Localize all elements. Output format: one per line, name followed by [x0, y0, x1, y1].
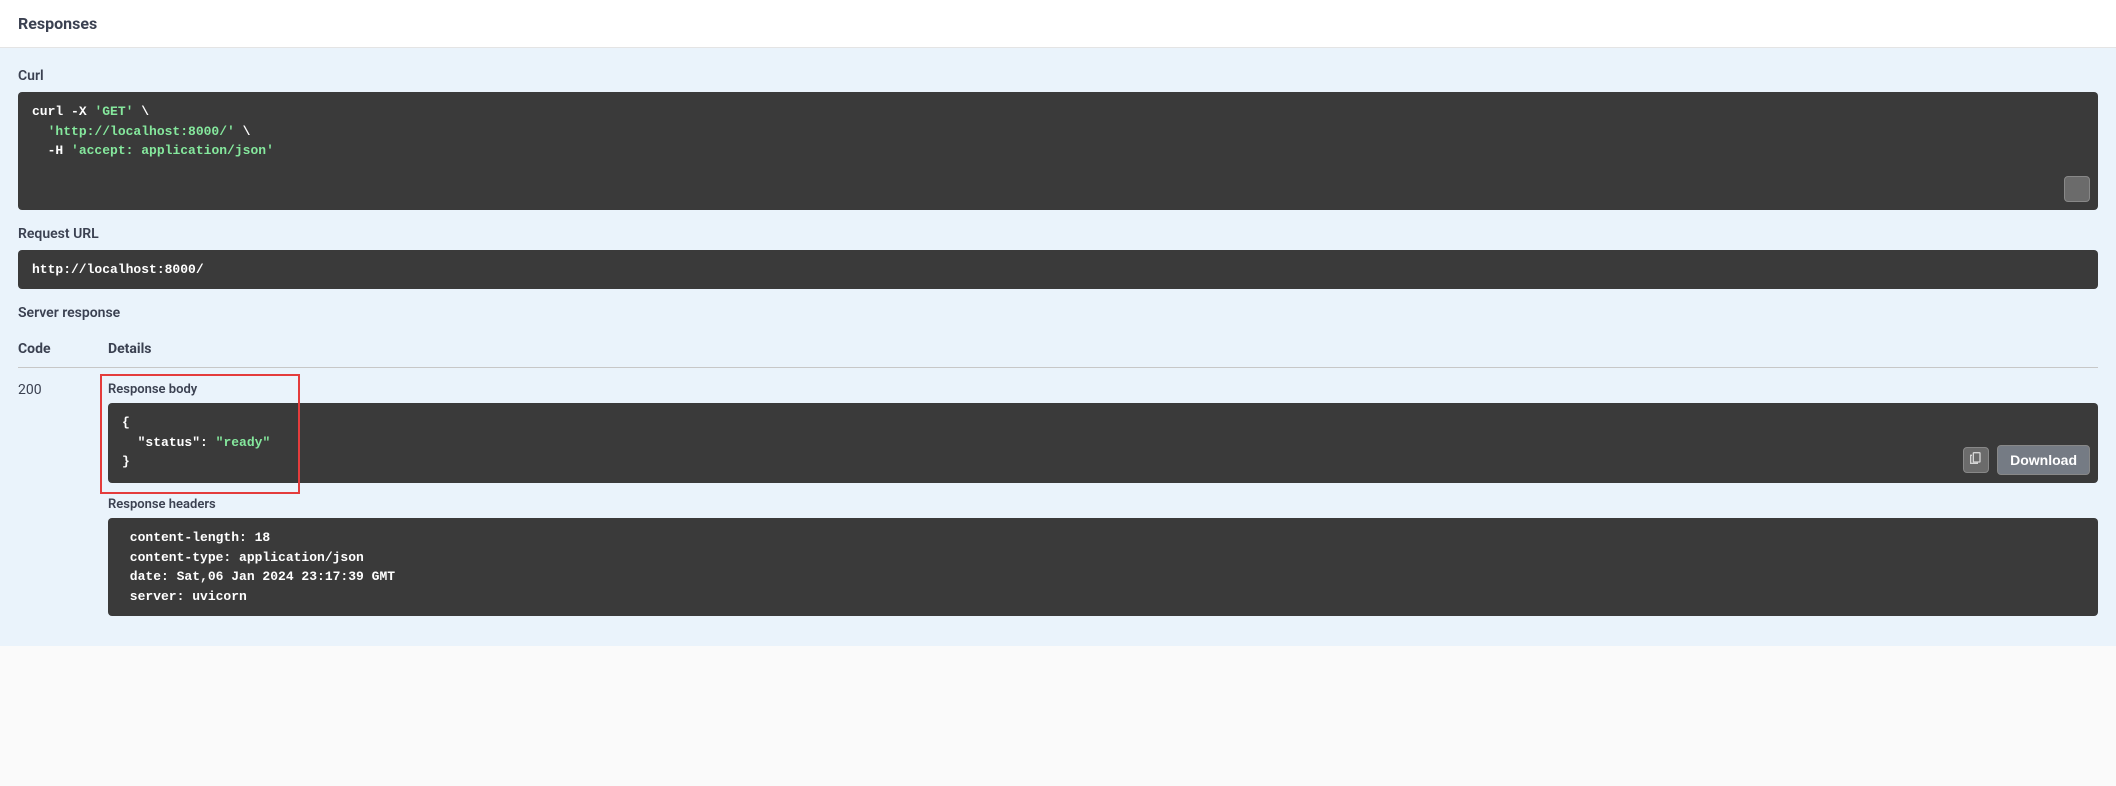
- response-body-wrap: { "status": "ready"} Download: [108, 403, 2098, 483]
- curl-bs1: \: [141, 104, 149, 119]
- response-headers: content-length: 18 content-type: applica…: [108, 518, 2098, 616]
- request-url-label: Request URL: [18, 226, 2098, 242]
- response-table-header: Code Details: [18, 331, 2098, 368]
- col-header-code: Code: [18, 341, 108, 357]
- json-open: {: [122, 415, 130, 430]
- json-colon: :: [200, 435, 208, 450]
- curl-block: curl -X 'GET' \ 'http://localhost:8000/'…: [18, 92, 2098, 210]
- json-key: "status": [138, 435, 200, 450]
- json-value: "ready": [216, 435, 271, 450]
- copy-curl-button[interactable]: [2064, 176, 2090, 202]
- section-header: Responses: [0, 0, 2116, 48]
- page-title: Responses: [18, 14, 2098, 33]
- request-url-block: http://localhost:8000/: [18, 250, 2098, 290]
- curl-bs2: \: [243, 124, 251, 139]
- json-close: }: [122, 454, 130, 469]
- response-headers-label: Response headers: [108, 497, 2098, 512]
- curl-label: Curl: [18, 68, 2098, 84]
- curl-cmd: curl: [32, 104, 63, 119]
- curl-flag-h: -H: [48, 143, 64, 158]
- download-button[interactable]: Download: [1997, 445, 2090, 475]
- response-body-label: Response body: [108, 382, 2098, 397]
- curl-url: 'http://localhost:8000/': [48, 124, 235, 139]
- response-row: 200 Response body { "status": "ready"} D…: [18, 368, 2098, 616]
- clipboard-icon: [1968, 450, 1984, 470]
- server-response-label: Server response: [18, 305, 2098, 321]
- curl-flag-x: -X: [71, 104, 87, 119]
- response-body: { "status": "ready"}: [108, 403, 2098, 483]
- curl-method: 'GET': [94, 104, 133, 119]
- responses-content: Curl curl -X 'GET' \ 'http://localhost:8…: [0, 48, 2116, 646]
- status-code: 200: [18, 382, 108, 616]
- clipboard-icon: [2038, 158, 2098, 210]
- copy-body-button[interactable]: [1963, 447, 1989, 473]
- curl-header: 'accept: application/json': [71, 143, 274, 158]
- col-header-details: Details: [108, 341, 2098, 357]
- response-details: Response body { "status": "ready"} Downl…: [108, 382, 2098, 616]
